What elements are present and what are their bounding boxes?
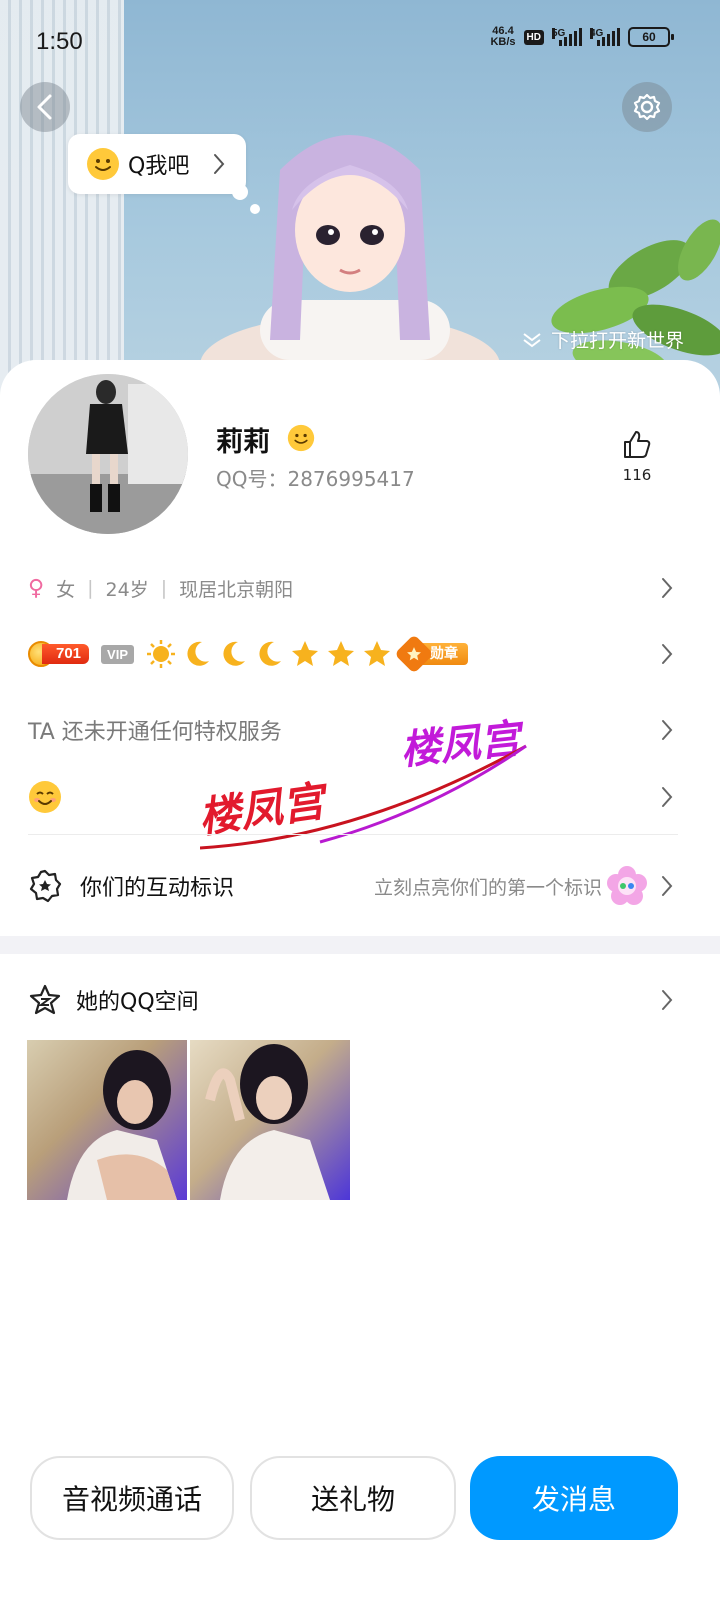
chevron-right-icon: [662, 578, 673, 598]
send-message-button[interactable]: 发消息: [470, 1456, 678, 1540]
thumbs-up-icon: [624, 431, 651, 458]
qq-number: QQ号：2876995417: [216, 467, 415, 491]
avatar-photo: [28, 374, 188, 534]
chevron-right-icon: [662, 990, 673, 1010]
status-indicators: 46.4 KB/s HD 5G 4G 60: [490, 25, 674, 48]
bubble-tail-dot: [232, 184, 248, 200]
smiling-face-icon: [29, 781, 61, 813]
interaction-hint: 立刻点亮你们的第一个标识: [373, 876, 602, 899]
star-icon: [364, 641, 390, 666]
chevron-right-icon: [214, 154, 225, 174]
qzone-label: 她的QQ空间: [76, 990, 199, 1015]
star-icon: [328, 641, 354, 666]
photo-image: [67, 1050, 177, 1200]
status-time: 1:50: [36, 28, 83, 55]
battery-icon: 60: [628, 27, 674, 47]
pull-down-hint-text: 下拉打开新世界: [550, 330, 684, 352]
qzone-star-icon: [29, 984, 61, 1015]
gear-icon: [633, 93, 661, 121]
moon-icon: [259, 641, 281, 666]
bubble-tail-dot: [250, 204, 260, 214]
photo-image: [205, 1044, 330, 1200]
signal-5g-icon: 5G: [552, 28, 582, 46]
like-count: 116: [622, 466, 652, 484]
profile-avatar[interactable]: [28, 374, 188, 534]
like-button[interactable]: 116: [616, 428, 658, 484]
gender-text: 女: [56, 578, 76, 601]
hero-banner[interactable]: 1:50 46.4 KB/s HD 5G 4G 60 Q我吧 下拉打开新世界: [0, 0, 720, 420]
smiley-icon: [87, 148, 119, 180]
avatar-3d-illustration[interactable]: [200, 110, 520, 370]
network-speed: 46.4 KB/s: [490, 25, 516, 48]
badge-star-icon: [29, 869, 62, 903]
chevron-right-icon: [662, 787, 673, 807]
smiley-icon: [287, 424, 315, 452]
interaction-label: 你们的互动标识: [80, 876, 235, 901]
q-me-bubble[interactable]: Q我吧: [68, 134, 246, 194]
coin-level-value: 701: [42, 644, 90, 664]
star-icon: [292, 641, 318, 666]
chevron-right-icon: [662, 720, 673, 740]
chevron-right-icon: [662, 644, 673, 664]
double-chevron-down-icon: [523, 332, 541, 347]
hd-icon: HD: [523, 29, 544, 45]
qq-level-icons: [146, 639, 392, 669]
signal-4g-icon: 4G: [590, 28, 620, 46]
flower-icon: [607, 866, 647, 905]
moon-icon: [187, 641, 209, 666]
sun-icon: [147, 640, 175, 668]
profile-name: 莉莉: [216, 427, 270, 458]
interaction-badge-row[interactable]: 你们的互动标识 立刻点亮你们的第一个标识: [28, 866, 688, 906]
female-icon: ♀: [28, 575, 45, 601]
qzone-photo-thumbnail[interactable]: [190, 1040, 350, 1200]
watermark-swoosh: [200, 744, 527, 850]
separator: |: [87, 577, 94, 599]
back-button[interactable]: [20, 82, 70, 132]
coin-level-badge: 701: [28, 641, 90, 667]
chevron-left-icon: [37, 94, 52, 120]
qzone-photo-thumbnail[interactable]: [27, 1040, 187, 1200]
separator: |: [160, 577, 168, 599]
medal-badge: 勋章: [394, 634, 468, 674]
status-bar: 1:50 46.4 KB/s HD 5G 4G 60: [0, 0, 720, 84]
moon-icon: [223, 641, 245, 666]
settings-button[interactable]: [622, 82, 672, 132]
video-call-button[interactable]: 音视频通话: [30, 1456, 234, 1540]
basic-info-row[interactable]: ♀ 女 | 24岁 | 现居北京朝阳: [28, 570, 688, 606]
medal-icon: [394, 634, 434, 674]
age-text: 24岁: [105, 578, 149, 601]
section-gap: [0, 936, 720, 954]
qzone-row[interactable]: 她的QQ空间: [28, 980, 688, 1020]
q-me-label: Q我吧: [128, 154, 190, 179]
vip-badge: VIP: [101, 644, 134, 664]
location-text: 现居北京朝阳: [179, 578, 294, 601]
chevron-right-icon: [662, 876, 673, 896]
send-gift-button[interactable]: 送礼物: [250, 1456, 456, 1540]
pull-down-hint: 下拉打开新世界: [521, 326, 684, 353]
divider: [28, 834, 678, 835]
level-badges-row[interactable]: 701 VIP 勋章: [28, 634, 688, 674]
